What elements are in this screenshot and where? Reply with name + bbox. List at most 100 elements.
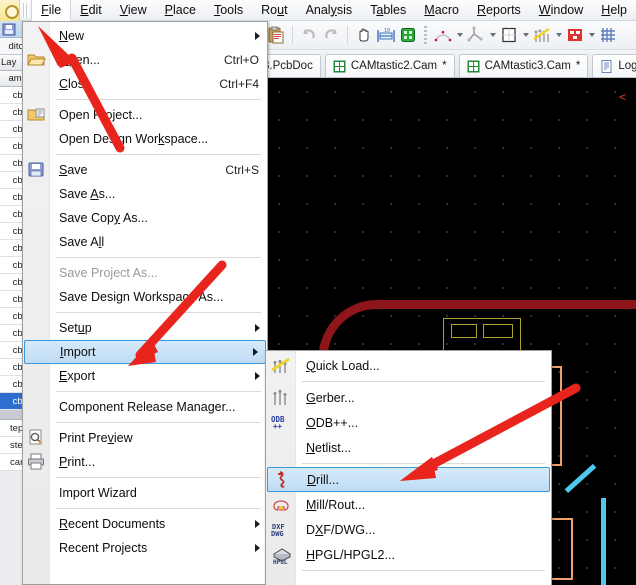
menu-item-quick-load[interactable]: Quick Load... (266, 353, 551, 378)
svg-text:DWG: DWG (271, 530, 284, 538)
document-tab[interactable]: Log_201 (592, 54, 636, 77)
menu-item-save-copy-as[interactable]: Save Copy As... (23, 206, 267, 230)
menu-item-save[interactable]: SaveCtrl+S (23, 158, 267, 182)
menubar-item-reports[interactable]: Reports (468, 0, 530, 21)
cam-doc-icon (467, 60, 480, 73)
menu-item-hpgl-hpgl2[interactable]: HPGLHPGL/HPGL2... (266, 542, 551, 567)
drill-tool-dropdown-caret-icon[interactable] (553, 24, 564, 46)
print-preview-icon (27, 429, 47, 447)
pcb-trace-blue-vertical (601, 498, 606, 585)
menu-separator (302, 463, 545, 464)
menubar-item-window[interactable]: Window (530, 0, 592, 21)
toolbar-separator (347, 26, 348, 44)
menu-item-import[interactable]: Import (24, 340, 266, 364)
menu-item-label: Mill/Rout... (306, 498, 365, 512)
panel-save-icon[interactable] (0, 21, 17, 38)
toolbar-separator (424, 26, 427, 45)
menu-item-save-project-as[interactable]: Save Project As... (23, 261, 267, 285)
menu-separator (56, 312, 261, 313)
menubar-item-tables[interactable]: Tables (361, 0, 415, 21)
paste-icon[interactable] (265, 24, 287, 46)
board-icon[interactable] (397, 24, 419, 46)
hpgl-icon: HPGL (270, 545, 294, 565)
menu-item-print-preview[interactable]: Print Preview (23, 426, 267, 450)
menu-item-print[interactable]: Print... (23, 450, 267, 474)
menubar-item-label: View (120, 3, 147, 17)
menu-item-open-design-workspace[interactable]: Open Design Workspace... (23, 127, 267, 151)
menu-item-label: Save Design Workspace As... (59, 290, 223, 304)
menu-item-shortcut: Ctrl+O (224, 53, 259, 67)
menu-item-netlist[interactable]: Netlist... (266, 435, 551, 460)
menubar-item-label: Tables (370, 3, 406, 17)
menu-item-label: Open Project... (59, 108, 142, 122)
menubar-item-edit[interactable]: Edit (71, 0, 111, 21)
panel-icon[interactable] (564, 24, 586, 46)
drill-tool-icon[interactable] (531, 24, 553, 46)
menu-bar[interactable]: FileEdit View PlaceToolsRoutAnalysis Tables… (0, 0, 636, 21)
log-doc-icon (600, 60, 613, 73)
menu-item-component-release-manager[interactable]: Component Release Manager... (23, 395, 267, 419)
import-submenu-popup[interactable]: Quick Load... Gerber...ODB++ODB++...Netli… (265, 350, 552, 585)
menu-item-open-project[interactable]: Open Project... (23, 103, 267, 127)
menu-item-drill[interactable]: Drill... (267, 467, 550, 492)
menu-item-export[interactable]: Export (23, 364, 267, 388)
panel-dropdown-caret-icon[interactable] (586, 24, 597, 46)
document-tab[interactable]: CB3.PcbDoc (265, 54, 321, 77)
pad-array-dropdown-caret-icon[interactable] (520, 24, 531, 46)
menu-item-dxf-dwg[interactable]: DXFDWGDXF/DWG... (266, 517, 551, 542)
arc-dropdown-caret-icon[interactable] (454, 24, 465, 46)
pan-hand-icon[interactable] (353, 24, 375, 46)
arc-icon[interactable] (432, 24, 454, 46)
tab-modified-marker: * (576, 60, 580, 72)
redo-icon[interactable] (320, 24, 342, 46)
menubar-item-rout[interactable]: Rout (252, 0, 296, 21)
menu-item-recent-projects[interactable]: Recent Projects (23, 536, 267, 560)
toolbar-separator (292, 26, 293, 44)
menu-item-recent-documents[interactable]: Recent Documents (23, 512, 267, 536)
menu-separator (56, 422, 261, 423)
menu-item-label: Open Design Workspace... (59, 132, 208, 146)
svg-text:++: ++ (273, 422, 283, 431)
menubar-item-macro[interactable]: Macro (415, 0, 468, 21)
menu-item-setup[interactable]: Setup (23, 316, 267, 340)
menu-item-mill-rout[interactable]: Mill/Rout... (266, 492, 551, 517)
menu-item-label: Recent Projects (59, 541, 147, 555)
document-tab[interactable]: CAMtastic2.Cam* (325, 54, 455, 77)
menu-item-save-all[interactable]: Save All (23, 230, 267, 254)
menubar-item-view[interactable]: View (111, 0, 156, 21)
grid-icon[interactable] (597, 24, 619, 46)
menubar-item-help[interactable]: Help (592, 0, 636, 21)
menu-item-shortcut: Ctrl+S (225, 163, 259, 177)
menu-item-save-as[interactable]: Save As... (23, 182, 267, 206)
net-dropdown-caret-icon[interactable] (487, 24, 498, 46)
menubar-item-analysis[interactable]: Analysis (297, 0, 362, 21)
menu-item-new[interactable]: New (23, 24, 267, 48)
menubar-item-file[interactable]: File (31, 0, 71, 21)
menu-separator (56, 391, 261, 392)
pad-array-icon[interactable] (498, 24, 520, 46)
measure-icon[interactable]: 10 (375, 24, 397, 46)
menu-item-odb[interactable]: ODB++ODB++... (266, 410, 551, 435)
menu-item-open[interactable]: Open...Ctrl+O (23, 48, 267, 72)
main-toolbar[interactable]: 10 (265, 21, 636, 50)
menu-item-save-design-workspace-as[interactable]: Save Design Workspace As... (23, 285, 267, 309)
menu-item-gerber[interactable]: Gerber... (266, 385, 551, 410)
submenu-arrow-icon (255, 544, 260, 552)
file-menu-popup[interactable]: NewOpen...Ctrl+OCloseCtrl+F4 Open Project… (22, 21, 268, 585)
menubar-drag-handle[interactable] (22, 3, 29, 18)
net-icon[interactable] (465, 24, 487, 46)
menu-item-label: Save All (59, 235, 104, 249)
menubar-item-place[interactable]: Place (156, 0, 205, 21)
document-tab-strip[interactable]: CB3.PcbDocCAMtastic2.Cam* CAMtastic3.Cam *… (265, 50, 636, 78)
menubar-item-tools[interactable]: Tools (205, 0, 252, 21)
menu-item-import-wizard[interactable]: Import Wizard (23, 481, 267, 505)
menubar-item-label: Help (601, 3, 627, 17)
undo-icon[interactable] (298, 24, 320, 46)
menu-item-close[interactable]: CloseCtrl+F4 (23, 72, 267, 96)
save-disk-icon (27, 161, 47, 179)
submenu-arrow-icon (255, 324, 260, 332)
printer-icon (27, 453, 47, 471)
menu-item-label: Component Release Manager... (59, 400, 236, 414)
document-tab[interactable]: CAMtastic3.Cam * (459, 54, 589, 77)
document-tab-label: CAMtastic3.Cam (485, 60, 571, 72)
